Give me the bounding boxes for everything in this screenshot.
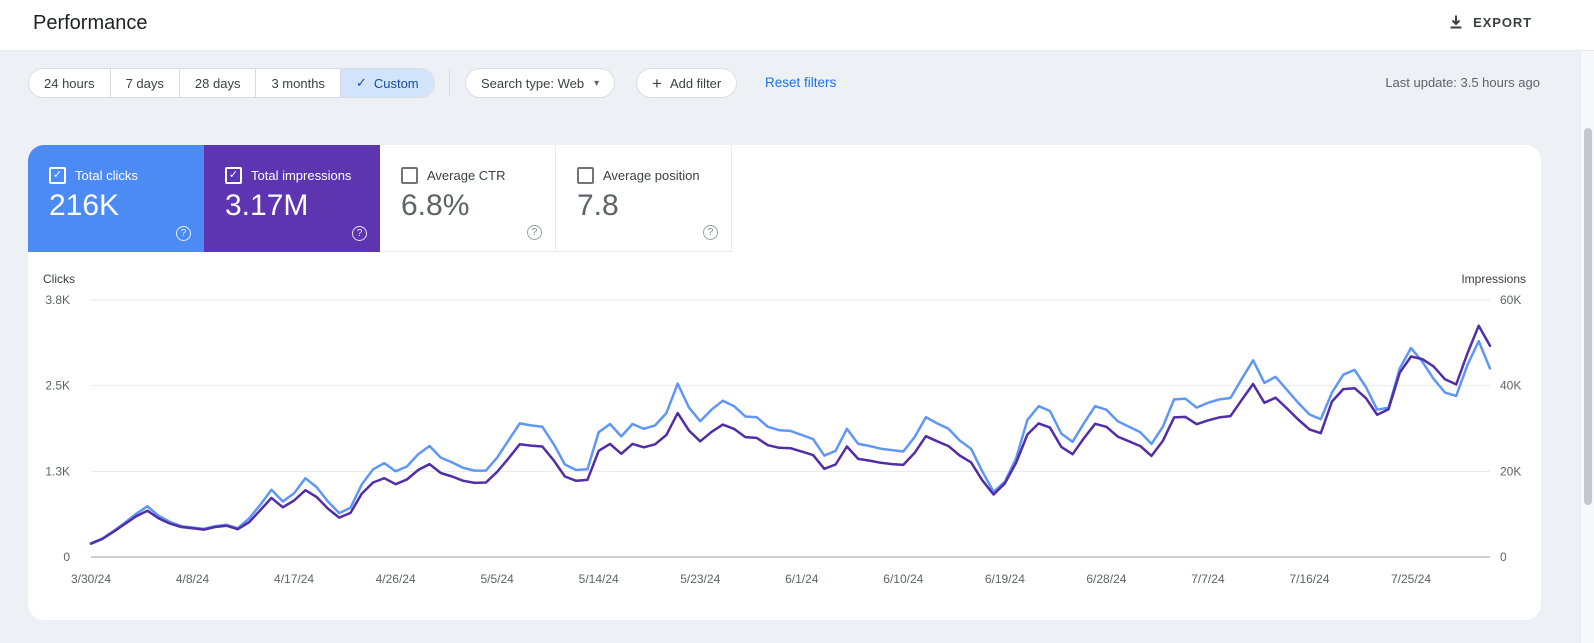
left-axis-tick: 1.3K <box>45 464 70 478</box>
metric-label: Average CTR <box>427 168 506 183</box>
add-filter-label: Add filter <box>669 75 722 91</box>
x-axis-label: 6/10/24 <box>883 572 923 586</box>
metric-value: 216K <box>49 189 120 222</box>
metric-average-position[interactable]: Average position 7.8 ? <box>556 145 732 252</box>
download-icon <box>1450 15 1462 29</box>
search-console-performance-page: { "header": { "title": "Performance", "e… <box>0 0 1594 643</box>
left-axis-tick: 0 <box>63 550 70 564</box>
metric-tabs: ✓ Total clicks 216K ? ✓ Total impression… <box>28 145 1541 252</box>
performance-card: ✓ Total clicks 216K ? ✓ Total impression… <box>28 145 1541 620</box>
range-24-hours[interactable]: 24 hours <box>29 69 110 97</box>
search-type-dropdown[interactable]: Search type: Web ▾ <box>465 68 616 98</box>
help-icon[interactable]: ? <box>527 225 542 240</box>
scrollbar-thumb[interactable] <box>1584 128 1592 505</box>
page-title: Performance <box>33 12 148 34</box>
last-update-text: Last update: 3.5 hours ago <box>1385 75 1540 90</box>
date-range-selector: 24 hours 7 days 28 days 3 months ✓ Custo… <box>28 68 435 98</box>
metric-value: 7.8 <box>577 189 619 222</box>
performance-chart[interactable]: 3.8K 60K 2.5K 40K 1.3K 20K 0 0 Clicks Impressions… <box>28 252 1541 620</box>
x-axis-label: 4/8/24 <box>176 572 210 586</box>
filter-divider <box>449 70 450 96</box>
x-axis-label: 7/7/24 <box>1191 572 1225 586</box>
x-axis-label: 6/19/24 <box>985 572 1025 586</box>
metric-label: Average position <box>603 168 700 183</box>
left-axis-tick: 2.5K <box>45 379 70 393</box>
x-axis-label: 7/25/24 <box>1391 572 1431 586</box>
x-axis-label: 4/26/24 <box>376 572 416 586</box>
checkbox-average-ctr[interactable] <box>401 167 418 184</box>
right-axis-tick: 60K <box>1500 293 1521 307</box>
export-button[interactable]: EXPORT <box>1440 8 1540 36</box>
left-axis-tick: 3.8K <box>45 293 70 307</box>
x-axis-label: 6/28/24 <box>1086 572 1126 586</box>
help-icon[interactable]: ? <box>176 226 191 241</box>
impressions-line <box>89 324 1492 545</box>
metric-label: Total impressions <box>251 168 352 183</box>
scrollbar[interactable] <box>1580 51 1594 643</box>
search-type-label: Search type: Web <box>481 75 585 91</box>
left-axis-title: Clicks <box>43 272 75 286</box>
metric-label: Total clicks <box>75 168 138 183</box>
x-axis-label: 3/30/24 <box>71 572 111 586</box>
top-bar: Performance EXPORT <box>0 0 1594 51</box>
range-7-days[interactable]: 7 days <box>109 69 179 97</box>
x-axis-label: 7/16/24 <box>1289 572 1329 586</box>
checkbox-total-impressions[interactable]: ✓ <box>225 167 242 184</box>
metric-total-clicks[interactable]: ✓ Total clicks 216K ? <box>28 145 204 252</box>
range-custom[interactable]: ✓ Custom <box>339 69 434 97</box>
x-axis-label: 5/5/24 <box>480 572 514 586</box>
range-28-days[interactable]: 28 days <box>178 69 256 97</box>
range-3-months[interactable]: 3 months <box>255 69 340 97</box>
right-axis-tick: 0 <box>1500 550 1507 564</box>
right-axis-tick: 40K <box>1500 379 1521 393</box>
right-axis-tick: 20K <box>1500 464 1521 478</box>
metric-average-ctr[interactable]: Average CTR 6.8% ? <box>380 145 556 252</box>
check-icon: ✓ <box>355 75 367 90</box>
x-axis-label: 6/1/24 <box>785 572 819 586</box>
filter-bar: 24 hours 7 days 28 days 3 months ✓ Custo… <box>0 51 1594 145</box>
right-axis-title: Impressions <box>1461 272 1526 286</box>
checkbox-total-clicks[interactable]: ✓ <box>49 167 66 184</box>
export-label: EXPORT <box>1473 14 1532 30</box>
x-axis-label: 4/17/24 <box>274 572 314 586</box>
help-icon[interactable]: ? <box>352 226 367 241</box>
x-axis-label: 5/14/24 <box>579 572 619 586</box>
add-filter-button[interactable]: + Add filter <box>636 68 738 98</box>
help-icon[interactable]: ? <box>703 225 718 240</box>
metric-value: 6.8% <box>401 189 470 222</box>
checkbox-average-position[interactable] <box>577 167 594 184</box>
metric-value: 3.17M <box>225 189 309 222</box>
dropdown-arrow-icon: ▾ <box>594 77 600 89</box>
range-custom-label: Custom <box>373 75 419 91</box>
x-axis-label: 5/23/24 <box>680 572 720 586</box>
clicks-line <box>89 339 1492 545</box>
metric-total-impressions[interactable]: ✓ Total impressions 3.17M ? <box>204 145 380 252</box>
plus-icon: + <box>652 73 662 93</box>
reset-filters-link[interactable]: Reset filters <box>765 75 836 90</box>
